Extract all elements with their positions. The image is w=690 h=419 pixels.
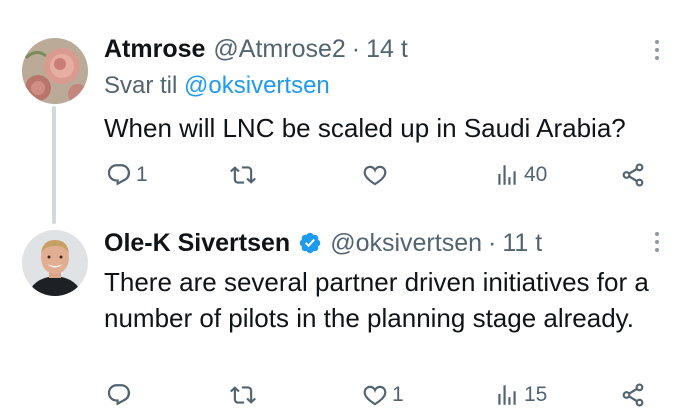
retweet-button[interactable] [230,378,260,412]
author-handle[interactable]: @Atmrose2 [213,35,345,64]
reply-prefix: Svar til [104,72,178,99]
tweet-header: Ole-K Sivertsen @oksivertsen · 11 t [104,226,666,260]
tweet-actions: 1 15 [104,378,650,412]
views-button[interactable]: 40 [494,158,547,192]
speech-bubble-icon [107,384,131,406]
retweet-arrows-icon [230,386,256,404]
man-portrait-avatar-image [22,230,88,296]
reply-mention-link[interactable]: @oksivertsen [184,72,330,99]
share-icon [622,383,644,407]
heart-icon [363,165,387,186]
like-count: 1 [392,383,404,406]
like-button[interactable]: 1 [362,378,404,412]
avatar[interactable] [22,230,88,296]
retweet-button[interactable] [230,158,260,192]
author-name[interactable]: Atmrose [104,35,205,64]
more-options-icon[interactable] [654,40,660,60]
tweet-text: When will LNC be scaled up in Saudi Arab… [104,113,626,143]
reply-button[interactable]: 1 [106,158,148,192]
tweet-actions: 1 40 [104,158,650,192]
share-button[interactable] [620,158,646,192]
bar-chart-icon [498,165,516,185]
reply-count: 1 [136,163,148,186]
avatar[interactable] [22,38,88,104]
reply-thread: Atmrose @Atmrose2 · 14 t Svar til @oksiv… [0,0,690,419]
tweet[interactable]: Atmrose @Atmrose2 · 14 t Svar til @oksiv… [0,0,690,210]
separator-dot: · [488,228,497,257]
author-name[interactable]: Ole-K Sivertsen [104,229,290,258]
share-button[interactable] [620,378,646,412]
timestamp[interactable]: 14 t [366,35,408,64]
like-button[interactable] [362,158,392,192]
tweet-header: Atmrose @Atmrose2 · 14 t [104,32,666,66]
verified-badge-icon [298,231,322,255]
more-options-icon[interactable] [654,232,660,252]
retweet-arrows-icon [230,166,256,184]
share-icon [622,163,644,187]
timestamp[interactable]: 11 t [502,229,542,258]
author-handle[interactable]: @oksivertsen [330,229,482,258]
views-button[interactable]: 15 [494,378,547,412]
heart-icon [363,385,387,406]
reply-button[interactable] [106,378,136,412]
view-count: 15 [524,383,548,406]
rose-flowers-avatar-image [22,38,88,104]
tweet-text: There are several partner driven initiat… [104,267,649,333]
tweet-content: Atmrose @Atmrose2 · 14 t Svar til @oksiv… [104,32,666,146]
view-count: 40 [524,163,548,186]
speech-bubble-icon [107,164,131,186]
separator-dot: · [351,34,361,63]
tweet[interactable]: Ole-K Sivertsen @oksivertsen · 11 t Ther… [0,210,690,419]
bar-chart-icon [498,385,516,405]
reply-context: Svar til @oksivertsen [104,70,666,102]
tweet-content: Ole-K Sivertsen @oksivertsen · 11 t Ther… [104,226,666,336]
